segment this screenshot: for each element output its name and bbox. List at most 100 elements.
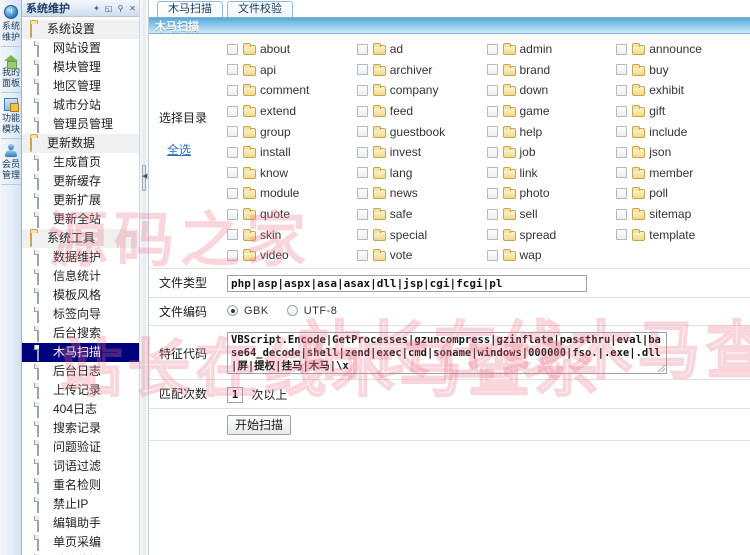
restore-icon[interactable]: ◱	[104, 4, 113, 13]
directory-checkbox[interactable]	[356, 229, 368, 241]
tree-node[interactable]: 数据维护	[22, 248, 139, 267]
directory-item[interactable]: archiver	[356, 60, 487, 81]
directory-checkbox[interactable]	[356, 84, 368, 96]
directory-checkbox[interactable]	[486, 249, 498, 261]
start-scan-button[interactable]: 开始扫描	[227, 415, 292, 436]
tree-node[interactable]: 更新缓存	[22, 172, 139, 191]
directory-item[interactable]: template	[616, 224, 746, 245]
tree-node[interactable]: 管理员管理	[22, 115, 139, 134]
directory-checkbox[interactable]	[486, 105, 498, 117]
directory-item[interactable]: admin	[486, 39, 617, 60]
tree-node[interactable]: 模板风格	[22, 286, 139, 305]
tree-node[interactable]: 生成首页	[22, 153, 139, 172]
directory-checkbox[interactable]	[486, 208, 498, 220]
directory-item[interactable]: member	[616, 163, 746, 184]
directory-checkbox[interactable]	[356, 167, 368, 179]
directory-checkbox[interactable]	[486, 126, 498, 138]
match-count-input[interactable]: 1	[227, 387, 243, 404]
tree-node[interactable]: 木马扫描	[22, 343, 139, 362]
tree-node[interactable]: 更新扩展	[22, 191, 139, 210]
directory-item[interactable]: gift	[616, 101, 746, 122]
tab-trojan-scan[interactable]: 木马扫描	[157, 1, 223, 17]
directory-checkbox[interactable]	[616, 208, 628, 220]
tree-node[interactable]: 问题验证	[22, 438, 139, 457]
directory-checkbox[interactable]	[356, 146, 368, 158]
tree-node[interactable]: 网站设置	[22, 39, 139, 58]
directory-item[interactable]: job	[486, 142, 617, 163]
panel-splitter[interactable]	[140, 0, 149, 555]
directory-item[interactable]: include	[616, 121, 746, 142]
directory-item[interactable]: feed	[356, 101, 487, 122]
directory-item[interactable]: skin	[227, 224, 357, 245]
directory-checkbox[interactable]	[227, 84, 238, 96]
directory-item[interactable]: install	[227, 142, 357, 163]
directory-item[interactable]: comment	[227, 80, 357, 101]
directory-item[interactable]: quote	[227, 204, 357, 225]
radio-gbk[interactable]	[227, 305, 238, 317]
directory-item[interactable]: brand	[486, 60, 617, 81]
tree-node[interactable]: 更新全站	[22, 210, 139, 229]
directory-checkbox[interactable]	[227, 187, 238, 199]
directory-item[interactable]: lang	[356, 163, 487, 184]
directory-item[interactable]: sitemap	[616, 204, 746, 225]
directory-item[interactable]: sell	[486, 204, 617, 225]
directory-checkbox[interactable]	[356, 64, 368, 76]
tree-node[interactable]: 禁止IP	[22, 495, 139, 514]
directory-item[interactable]: know	[227, 163, 357, 184]
tree-node[interactable]: 地区管理	[22, 77, 139, 96]
tree-node[interactable]: 信息统计	[22, 267, 139, 286]
signature-textarea[interactable]: VBScript.Encode|GetProcesses|gzuncompres…	[227, 331, 667, 374]
directory-checkbox[interactable]	[356, 126, 368, 138]
directory-checkbox[interactable]	[486, 167, 498, 179]
tab-file-verify[interactable]: 文件校验	[227, 1, 293, 17]
directory-item[interactable]: guestbook	[356, 121, 487, 142]
directory-checkbox[interactable]	[227, 229, 238, 241]
directory-item[interactable]: vote	[356, 245, 487, 266]
directory-checkbox[interactable]	[356, 208, 368, 220]
splitter-collapse-handle[interactable]	[142, 165, 147, 191]
directory-checkbox[interactable]	[616, 64, 628, 76]
tree-node[interactable]: 404日志	[22, 400, 139, 419]
directory-checkbox[interactable]	[356, 105, 368, 117]
directory-checkbox[interactable]	[227, 43, 238, 55]
directory-checkbox[interactable]	[616, 105, 628, 117]
directory-item[interactable]: group	[227, 121, 357, 142]
directory-item[interactable]: safe	[356, 204, 487, 225]
directory-checkbox[interactable]	[356, 187, 368, 199]
tree-node[interactable]: 词语过滤	[22, 457, 139, 476]
directory-checkbox[interactable]	[227, 146, 238, 158]
directory-checkbox[interactable]	[227, 208, 238, 220]
directory-item[interactable]: spread	[486, 224, 617, 245]
directory-checkbox[interactable]	[227, 249, 238, 261]
directory-checkbox[interactable]	[227, 167, 238, 179]
tree-node[interactable]: 搜索记录	[22, 419, 139, 438]
tree-node[interactable]: 后台搜索	[22, 324, 139, 343]
tree-node[interactable]: 重名检则	[22, 476, 139, 495]
tree-node[interactable]: 后台日志	[22, 362, 139, 381]
rail-item-system-maintenance[interactable]: 系统维护	[0, 3, 22, 47]
directory-item[interactable]: announce	[616, 39, 746, 60]
directory-item[interactable]: ad	[356, 39, 487, 60]
tree-node[interactable]: 单页采编	[22, 533, 139, 552]
directory-item[interactable]: wap	[486, 245, 617, 266]
filetype-input[interactable]: php|asp|aspx|asa|asax|dll|jsp|cgi|fcgi|p…	[227, 274, 587, 292]
search-icon[interactable]: ⚲	[116, 4, 125, 13]
directory-item[interactable]: news	[356, 183, 487, 204]
directory-checkbox[interactable]	[616, 146, 628, 158]
rail-item-my-panel[interactable]: 我的面板	[0, 49, 22, 93]
tree-node[interactable]: 系统设置	[22, 20, 139, 39]
directory-checkbox[interactable]	[616, 229, 628, 241]
tree-node[interactable]: 编辑助手	[22, 514, 139, 533]
radio-utf8[interactable]	[286, 305, 298, 317]
directory-checkbox[interactable]	[227, 126, 238, 138]
directory-checkbox[interactable]	[616, 84, 628, 96]
directory-item[interactable]: photo	[486, 183, 617, 204]
directory-checkbox[interactable]	[356, 43, 368, 55]
directory-checkbox[interactable]	[616, 126, 628, 138]
directory-checkbox[interactable]	[227, 64, 238, 76]
directory-checkbox[interactable]	[486, 229, 498, 241]
directory-checkbox[interactable]	[227, 105, 238, 117]
tree-node[interactable]: 模块管理	[22, 58, 139, 77]
directory-item[interactable]: help	[486, 121, 617, 142]
directory-item[interactable]: down	[486, 80, 617, 101]
